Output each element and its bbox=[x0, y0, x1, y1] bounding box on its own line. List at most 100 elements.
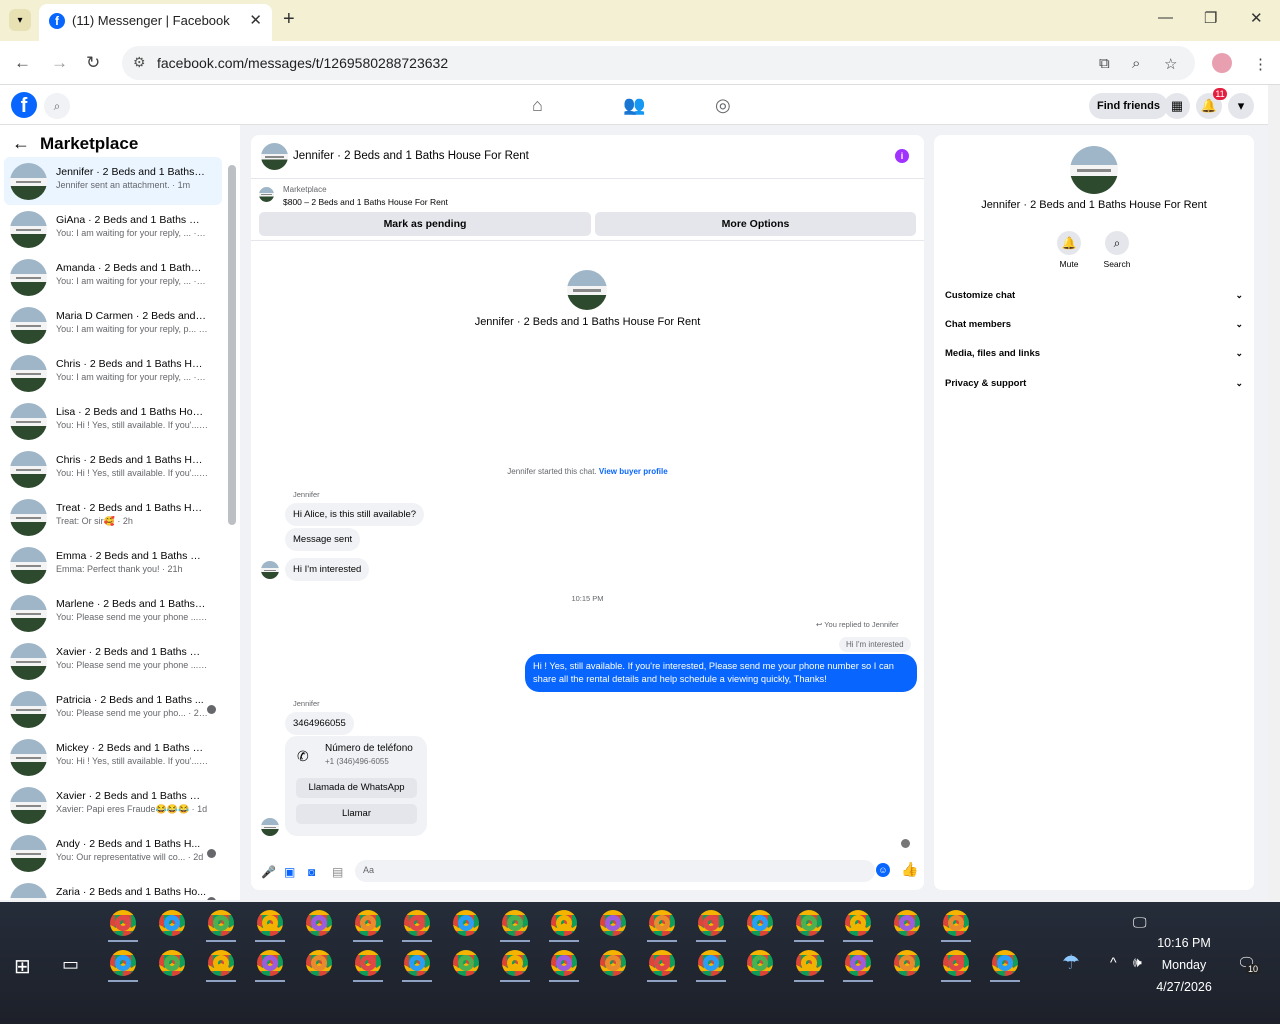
chat-avatar[interactable] bbox=[261, 143, 288, 170]
taskbar-app-icon[interactable] bbox=[208, 910, 234, 936]
home-icon[interactable]: ⌂ bbox=[532, 95, 543, 116]
chat-title[interactable]: Jennifer · 2 Beds and 1 Baths House For … bbox=[293, 150, 529, 162]
maximize-icon[interactable]: ❐ bbox=[1204, 9, 1217, 27]
url-text[interactable]: facebook.com/messages/t/1269580288723632 bbox=[157, 55, 448, 71]
photo-icon[interactable]: ▣ bbox=[284, 865, 295, 879]
browser-tab[interactable]: f (11) Messenger | Facebook ✕ bbox=[39, 4, 272, 41]
taskbar-app-icon[interactable] bbox=[551, 910, 577, 936]
customize-chat-item[interactable]: Customize chat ⌄ bbox=[945, 290, 1243, 301]
taskbar-app-icon[interactable] bbox=[404, 910, 430, 936]
conversation-item[interactable]: Emma · 2 Beds and 1 Baths Ho... Emma: Per… bbox=[4, 541, 222, 589]
more-options-button[interactable]: More Options bbox=[595, 212, 916, 236]
conversation-item[interactable]: Zaria · 2 Beds and 1 Baths Ho... bbox=[4, 877, 222, 900]
privacy-support-item[interactable]: Privacy & support ⌄ bbox=[945, 378, 1243, 389]
chat-members-item[interactable]: Chat members ⌄ bbox=[945, 319, 1243, 330]
taskbar-app-icon[interactable] bbox=[992, 950, 1018, 976]
message-bubble[interactable]: Hi Alice, is this still available? bbox=[285, 503, 425, 526]
taskbar-app-icon[interactable] bbox=[796, 950, 822, 976]
taskbar-app-icon[interactable] bbox=[649, 950, 675, 976]
reload-icon[interactable]: ↻ bbox=[86, 53, 100, 73]
taskbar-app-icon[interactable] bbox=[747, 950, 773, 976]
profile-avatar[interactable] bbox=[1212, 53, 1232, 73]
taskbar-app-icon[interactable] bbox=[845, 950, 871, 976]
scrollbar-thumb[interactable] bbox=[228, 165, 236, 525]
minimize-icon[interactable]: — bbox=[1158, 9, 1173, 26]
message-bubble[interactable]: 3464966055 bbox=[285, 712, 354, 735]
profile-avatar-large[interactable] bbox=[567, 270, 607, 310]
taskbar-app-icon[interactable] bbox=[698, 910, 724, 936]
taskbar-app-icon[interactable] bbox=[306, 950, 332, 976]
quoted-message[interactable]: Hi I'm interested bbox=[839, 637, 911, 652]
back-icon[interactable]: ← bbox=[14, 53, 31, 73]
clock[interactable]: 10:16 PM Monday 4/27/2026 bbox=[1144, 932, 1224, 998]
taskbar-app-icon[interactable] bbox=[355, 950, 381, 976]
taskbar-app-icon[interactable] bbox=[551, 950, 577, 976]
taskbar-app-icon[interactable] bbox=[649, 910, 675, 936]
conversation-item[interactable]: Chris · 2 Beds and 1 Baths Hous... You: I… bbox=[4, 349, 222, 397]
install-app-icon[interactable]: ⧉ bbox=[1099, 55, 1110, 72]
facebook-logo-icon[interactable]: f bbox=[11, 92, 37, 118]
message-input[interactable]: Aa bbox=[355, 860, 875, 882]
bookmark-star-icon[interactable]: ☆ bbox=[1164, 55, 1177, 73]
taskbar-app-icon[interactable] bbox=[257, 950, 283, 976]
volume-icon[interactable]: 🕪 bbox=[1133, 954, 1142, 971]
listing-thumbnail[interactable] bbox=[259, 187, 274, 202]
my-message-bubble[interactable]: Hi ! Yes, still available. If you're int… bbox=[525, 654, 917, 692]
back-arrow-icon[interactable]: ← bbox=[12, 133, 30, 153]
thumbs-up-icon[interactable]: 👍 bbox=[901, 861, 918, 878]
page-scrollbar[interactable] bbox=[1268, 85, 1280, 900]
taskbar-app-icon[interactable] bbox=[208, 950, 234, 976]
gif-icon[interactable]: ▤ bbox=[332, 865, 343, 879]
taskbar-app-icon[interactable] bbox=[404, 950, 430, 976]
conversation-item[interactable]: Marlene · 2 Beds and 1 Baths H... You: Pl… bbox=[4, 589, 222, 637]
taskbar-app-icon[interactable] bbox=[502, 910, 528, 936]
info-avatar[interactable] bbox=[1070, 146, 1118, 194]
taskbar-app-icon[interactable] bbox=[894, 950, 920, 976]
sender-avatar[interactable] bbox=[261, 818, 279, 836]
taskbar-app-icon[interactable] bbox=[600, 910, 626, 936]
conversation-item[interactable]: Patricia · 2 Beds and 1 Baths ... You: Pl… bbox=[4, 685, 222, 733]
taskbar-app-icon[interactable] bbox=[306, 910, 332, 936]
taskbar-app-icon[interactable] bbox=[110, 950, 136, 976]
message-bubble[interactable]: Message sent bbox=[285, 528, 361, 551]
sender-avatar[interactable] bbox=[261, 561, 279, 579]
close-tab-icon[interactable]: ✕ bbox=[249, 11, 262, 29]
search-icon[interactable]: ⌕ bbox=[44, 93, 70, 119]
chrome-menu-icon[interactable]: ⋮ bbox=[1253, 55, 1268, 73]
taskbar-app-icon[interactable] bbox=[453, 950, 479, 976]
conversation-item[interactable]: Andy · 2 Beds and 1 Baths H... You: Our r… bbox=[4, 829, 222, 877]
mute-button[interactable]: 🔔 Mute bbox=[1049, 231, 1089, 269]
menu-grid-icon[interactable]: ▦ bbox=[1164, 93, 1190, 119]
call-button[interactable]: Llamar bbox=[296, 804, 417, 824]
taskbar-app-icon[interactable] bbox=[796, 910, 822, 936]
listing-title[interactable]: $800 – 2 Beds and 1 Baths House For Rent bbox=[283, 197, 448, 207]
taskbar-app-icon[interactable] bbox=[943, 910, 969, 936]
conversation-item[interactable]: Treat · 2 Beds and 1 Baths House... Treat… bbox=[4, 493, 222, 541]
taskbar-app-icon[interactable] bbox=[355, 910, 381, 936]
conversation-item[interactable]: Mickey · 2 Beds and 1 Baths Ho... You: Hi… bbox=[4, 733, 222, 781]
taskbar-app-icon[interactable] bbox=[257, 910, 283, 936]
tab-search-button[interactable]: ▾ bbox=[9, 9, 31, 31]
taskbar-app-icon[interactable] bbox=[845, 910, 871, 936]
account-chevron-icon[interactable]: ▾ bbox=[1228, 93, 1254, 119]
taskbar-app-icon[interactable] bbox=[110, 910, 136, 936]
taskbar-app-icon[interactable] bbox=[894, 910, 920, 936]
taskbar-app-icon[interactable] bbox=[698, 950, 724, 976]
taskbar-app-icon[interactable] bbox=[502, 950, 528, 976]
view-buyer-profile-link[interactable]: View buyer profile bbox=[599, 467, 668, 476]
conversation-item[interactable]: Chris · 2 Beds and 1 Baths Hous... You: H… bbox=[4, 445, 222, 493]
groups-icon[interactable]: ◎ bbox=[715, 95, 731, 116]
taskbar-app-icon[interactable] bbox=[600, 950, 626, 976]
taskbar-app-icon[interactable] bbox=[943, 950, 969, 976]
taskbar-app-icon[interactable] bbox=[747, 910, 773, 936]
windows-start-icon[interactable]: ⊞ bbox=[14, 954, 31, 979]
conversation-item[interactable]: Maria D Carmen · 2 Beds and 1 ... You: I … bbox=[4, 301, 222, 349]
weather-icon[interactable]: ☂ bbox=[1062, 950, 1080, 975]
conversation-item[interactable]: Xavier · 2 Beds and 1 Baths Ho... You: Pl… bbox=[4, 637, 222, 685]
zoom-icon[interactable]: ⌕ bbox=[1132, 55, 1140, 72]
conversation-item[interactable]: Amanda · 2 Beds and 1 Baths H... You: I a… bbox=[4, 253, 222, 301]
media-files-item[interactable]: Media, files and links ⌄ bbox=[945, 348, 1243, 359]
forward-icon[interactable]: → bbox=[51, 53, 68, 73]
conversation-item[interactable]: GiAna · 2 Beds and 1 Baths Hou... You: I … bbox=[4, 205, 222, 253]
sticker-icon[interactable]: ◙ bbox=[308, 865, 315, 879]
